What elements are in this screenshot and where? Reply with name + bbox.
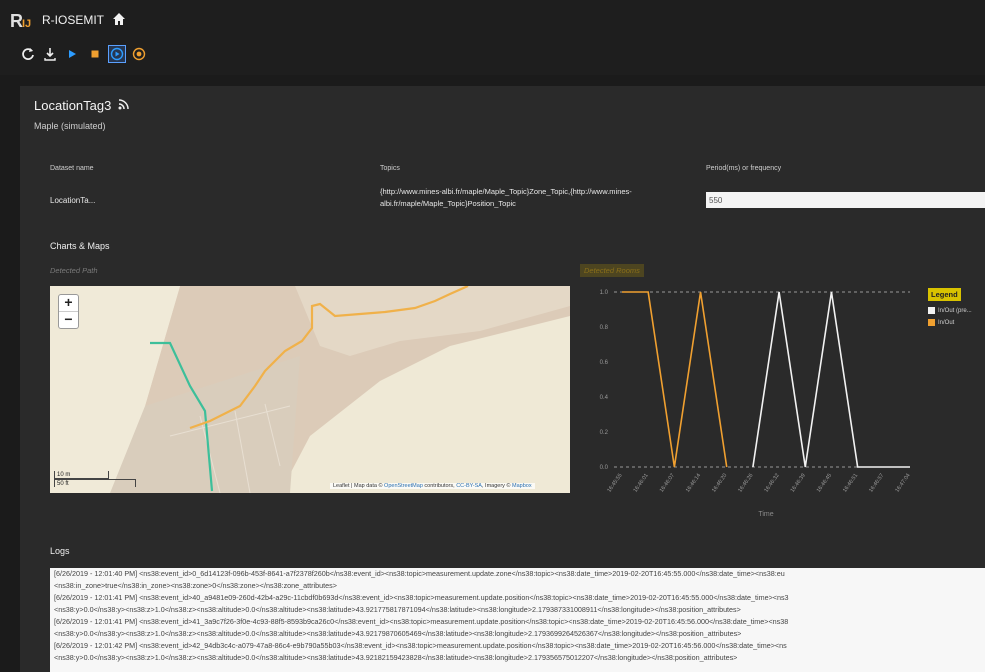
scale-metric: 10 m <box>54 471 109 479</box>
series-line-orange <box>622 291 728 468</box>
detected-rooms-label: Detected Rooms <box>580 264 644 277</box>
scale-imperial: 50 ft <box>54 479 136 487</box>
map-scale: 10 m 50 ft <box>54 471 136 487</box>
download-icon[interactable] <box>42 46 58 62</box>
osm-link[interactable]: OpenStreetMap <box>384 483 423 489</box>
x-tick-label: 16:46:39 <box>790 473 807 494</box>
period-input[interactable] <box>706 192 985 208</box>
col-header-topics: Topics <box>380 165 400 172</box>
top-bar <box>0 0 985 75</box>
detected-path-label: Detected Path <box>50 266 98 275</box>
x-tick-label: 16:46:14 <box>685 473 702 494</box>
y-tick-label: 1.0 <box>600 290 609 296</box>
log-line: <ns38:in_zone>true</ns38:in_zone><ns38:z… <box>54 581 337 590</box>
log-line: <ns38:y>0.0</ns38:y><ns38:z>1.0</ns38:z>… <box>54 605 741 614</box>
detected-rooms-chart: 0.0 0.2 0.4 0.6 0.8 1.0 16:45:55 16:46:01 16:46:… <box>600 290 912 518</box>
legend-item-white[interactable]: In/Out (pre... <box>928 307 985 314</box>
legend-swatch <box>928 307 935 314</box>
x-tick-label: 16:46:51 <box>842 473 859 494</box>
cc-link[interactable]: CC-BY-SA <box>456 483 482 489</box>
logs-panel[interactable]: [6/26/2019 - 12:01:40 PM] <ns38:event_id… <box>50 568 985 672</box>
legend-item-orange[interactable]: In/Out <box>928 319 985 326</box>
app-logo: R IJ <box>10 10 31 32</box>
map-canvas <box>50 286 570 493</box>
logs-heading: Logs <box>50 546 70 556</box>
y-tick-label: 0.2 <box>600 430 609 436</box>
x-tick-label: 16:46:07 <box>659 473 676 494</box>
x-tick-label: 16:46:01 <box>633 473 650 494</box>
refresh-icon[interactable] <box>20 46 36 62</box>
log-line: [6/26/2019 - 12:01:41 PM] <ns38:event_id… <box>54 617 789 626</box>
legend-title: Legend <box>928 288 961 301</box>
home-icon[interactable] <box>112 12 126 26</box>
zoom-in-button[interactable]: + <box>59 295 78 311</box>
step-play-icon[interactable] <box>108 45 126 63</box>
record-icon[interactable] <box>131 46 147 62</box>
attribution-imagery: , Imagery © <box>481 483 513 489</box>
col-header-period: Period(ms) or frequency <box>706 165 782 172</box>
x-tick-label: 16:45:55 <box>606 473 623 494</box>
mapbox-link[interactable]: Mapbox <box>512 483 532 489</box>
zoom-out-button[interactable]: − <box>59 311 78 328</box>
rss-icon[interactable] <box>118 99 129 110</box>
dataset-topics: {http://www.mines-albi.fr/maple/Maple_To… <box>380 187 632 208</box>
y-tick-label: 0.6 <box>600 360 609 366</box>
zoom-control: + − <box>58 294 79 329</box>
log-line: [6/26/2019 - 12:01:41 PM] <ns38:event_id… <box>54 593 789 602</box>
y-tick-label: 0.8 <box>600 325 609 331</box>
legend-swatch <box>928 319 935 326</box>
y-tick-label: 0.0 <box>600 465 609 471</box>
series-line-white <box>752 291 910 468</box>
log-line: <ns38:y>0.0</ns38:y><ns38:z>1.0</ns38:z>… <box>54 629 742 638</box>
x-axis-label: Time <box>758 511 773 518</box>
dataset-name: LocationTa... <box>50 196 96 205</box>
dashboard-subtitle: Maple (simulated) <box>34 121 106 131</box>
attribution-mid: contributors, <box>422 483 457 489</box>
chart-legend: Legend In/Out (pre... In/Out <box>928 284 985 326</box>
logo-sub: IJ <box>22 18 32 30</box>
map-attribution: Leaflet | Map data © OpenStreetMap contr… <box>330 483 535 489</box>
log-line: [6/26/2019 - 12:01:40 PM] <ns38:event_id… <box>54 569 785 578</box>
x-tick-label: 16:46:20 <box>711 473 728 494</box>
x-tick-label: 16:46:32 <box>764 473 781 494</box>
charts-maps-heading: Charts & Maps <box>50 241 110 251</box>
play-icon[interactable] <box>64 46 80 62</box>
attribution-prefix: Leaflet | Map data © <box>333 483 385 489</box>
map-view[interactable] <box>50 286 570 493</box>
x-tick-label: 16:47:04 <box>894 473 911 494</box>
log-line: <ns38:y>0.0</ns38:y><ns38:z>1.0</ns38:z>… <box>54 653 738 662</box>
legend-label: In/Out <box>938 319 955 326</box>
legend-label: In/Out (pre... <box>938 307 972 314</box>
x-tick-label: 16:46:26 <box>737 473 754 494</box>
dashboard-title: LocationTag3 <box>34 98 112 113</box>
y-tick-label: 0.4 <box>600 395 609 401</box>
log-line: [6/26/2019 - 12:01:42 PM] <ns38:event_id… <box>54 641 787 650</box>
col-header-dataset-name: Dataset name <box>50 165 94 172</box>
x-tick-label: 16:46:57 <box>868 473 885 494</box>
stop-icon[interactable] <box>87 46 103 62</box>
x-tick-label: 16:46:45 <box>816 473 833 494</box>
app-title: R-IOSEMIT <box>42 13 104 27</box>
